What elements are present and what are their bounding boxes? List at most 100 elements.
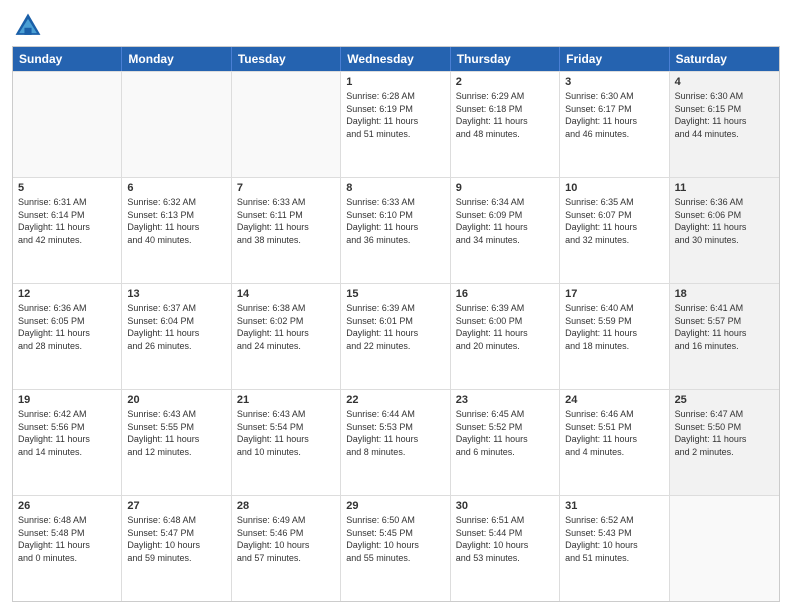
day-number: 22 [346,394,444,406]
calendar-header-row: SundayMondayTuesdayWednesdayThursdayFrid… [13,47,779,71]
cell-info: Sunrise: 6:41 AM Sunset: 5:57 PM Dayligh… [675,302,774,352]
cell-info: Sunrise: 6:30 AM Sunset: 6:15 PM Dayligh… [675,90,774,140]
calendar-cell: 29 Sunrise: 6:50 AM Sunset: 5:45 PM Dayli… [341,496,450,601]
cell-info: Sunrise: 6:43 AM Sunset: 5:55 PM Dayligh… [127,408,225,458]
calendar-cell: 13 Sunrise: 6:37 AM Sunset: 6:04 PM Dayli… [122,284,231,389]
calendar-cell: 26Sunrise: 6:48 AM Sunset: 5:48 PM Dayli… [13,496,122,601]
calendar-cell: 21 Sunrise: 6:43 AM Sunset: 5:54 PM Dayli… [232,390,341,495]
calendar-row: 19 Sunrise: 6:42 AM Sunset: 5:56 PM Dayli… [13,389,779,495]
cell-info: Sunrise: 6:36 AM Sunset: 6:05 PM Dayligh… [18,302,116,352]
calendar-header-cell: Friday [560,47,669,71]
calendar-header-cell: Thursday [451,47,560,71]
calendar-cell: 15 Sunrise: 6:39 AM Sunset: 6:01 PM Dayli… [341,284,450,389]
calendar-header-cell: Wednesday [341,47,450,71]
calendar-cell: 3 Sunrise: 6:30 AM Sunset: 6:17 PM Daylig… [560,72,669,177]
day-number: 14 [237,288,335,300]
calendar-cell: 10Sunrise: 6:35 AM Sunset: 6:07 PM Dayli… [560,178,669,283]
calendar-cell: 19 Sunrise: 6:42 AM Sunset: 5:56 PM Dayli… [13,390,122,495]
cell-info: Sunrise: 6:34 AM Sunset: 6:09 PM Dayligh… [456,196,554,246]
calendar-cell: 4 Sunrise: 6:30 AM Sunset: 6:15 PM Daylig… [670,72,779,177]
cell-info: Sunrise: 6:52 AM Sunset: 5:43 PM Dayligh… [565,514,663,564]
calendar-header-cell: Sunday [13,47,122,71]
day-number: 16 [456,288,554,300]
header [12,10,780,42]
logo [12,10,48,42]
cell-info: Sunrise: 6:28 AM Sunset: 6:19 PM Dayligh… [346,90,444,140]
cell-info: Sunrise: 6:44 AM Sunset: 5:53 PM Dayligh… [346,408,444,458]
cell-info: Sunrise: 6:51 AM Sunset: 5:44 PM Dayligh… [456,514,554,564]
day-number: 3 [565,76,663,88]
day-number: 13 [127,288,225,300]
day-number: 10 [565,182,663,194]
day-number: 19 [18,394,116,406]
day-number: 8 [346,182,444,194]
day-number: 30 [456,500,554,512]
day-number: 11 [675,182,774,194]
cell-info: Sunrise: 6:48 AM Sunset: 5:47 PM Dayligh… [127,514,225,564]
calendar-row: 1Sunrise: 6:28 AM Sunset: 6:19 PM Daylig… [13,71,779,177]
logo-icon [12,10,44,42]
cell-info: Sunrise: 6:29 AM Sunset: 6:18 PM Dayligh… [456,90,554,140]
cell-info: Sunrise: 6:40 AM Sunset: 5:59 PM Dayligh… [565,302,663,352]
cell-info: Sunrise: 6:45 AM Sunset: 5:52 PM Dayligh… [456,408,554,458]
calendar-cell [13,72,122,177]
page: SundayMondayTuesdayWednesdayThursdayFrid… [0,0,792,612]
calendar-row: 12 Sunrise: 6:36 AM Sunset: 6:05 PM Dayli… [13,283,779,389]
day-number: 27 [127,500,225,512]
cell-info: Sunrise: 6:31 AM Sunset: 6:14 PM Dayligh… [18,196,116,246]
day-number: 31 [565,500,663,512]
cell-info: Sunrise: 6:47 AM Sunset: 5:50 PM Dayligh… [675,408,774,458]
calendar-header-cell: Monday [122,47,231,71]
calendar-cell [670,496,779,601]
calendar-cell: 9 Sunrise: 6:34 AM Sunset: 6:09 PM Daylig… [451,178,560,283]
day-number: 17 [565,288,663,300]
day-number: 9 [456,182,554,194]
day-number: 5 [18,182,116,194]
cell-info: Sunrise: 6:39 AM Sunset: 6:00 PM Dayligh… [456,302,554,352]
calendar-cell: 27 Sunrise: 6:48 AM Sunset: 5:47 PM Dayli… [122,496,231,601]
cell-info: Sunrise: 6:37 AM Sunset: 6:04 PM Dayligh… [127,302,225,352]
calendar-cell: 5 Sunrise: 6:31 AM Sunset: 6:14 PM Daylig… [13,178,122,283]
calendar-cell: 31 Sunrise: 6:52 AM Sunset: 5:43 PM Dayli… [560,496,669,601]
calendar-cell: 11 Sunrise: 6:36 AM Sunset: 6:06 PM Dayli… [670,178,779,283]
calendar-cell: 14Sunrise: 6:38 AM Sunset: 6:02 PM Dayli… [232,284,341,389]
calendar-header-cell: Saturday [670,47,779,71]
cell-info: Sunrise: 6:42 AM Sunset: 5:56 PM Dayligh… [18,408,116,458]
cell-info: Sunrise: 6:39 AM Sunset: 6:01 PM Dayligh… [346,302,444,352]
cell-info: Sunrise: 6:33 AM Sunset: 6:10 PM Dayligh… [346,196,444,246]
calendar-cell: 25 Sunrise: 6:47 AM Sunset: 5:50 PM Dayli… [670,390,779,495]
calendar-body: 1Sunrise: 6:28 AM Sunset: 6:19 PM Daylig… [13,71,779,601]
day-number: 25 [675,394,774,406]
calendar-cell: 18Sunrise: 6:41 AM Sunset: 5:57 PM Dayli… [670,284,779,389]
cell-info: Sunrise: 6:48 AM Sunset: 5:48 PM Dayligh… [18,514,116,564]
calendar-cell: 12 Sunrise: 6:36 AM Sunset: 6:05 PM Dayli… [13,284,122,389]
day-number: 24 [565,394,663,406]
calendar-cell [232,72,341,177]
cell-info: Sunrise: 6:32 AM Sunset: 6:13 PM Dayligh… [127,196,225,246]
cell-info: Sunrise: 6:33 AM Sunset: 6:11 PM Dayligh… [237,196,335,246]
calendar-cell: 16 Sunrise: 6:39 AM Sunset: 6:00 PM Dayli… [451,284,560,389]
day-number: 4 [675,76,774,88]
calendar-cell: 22 Sunrise: 6:44 AM Sunset: 5:53 PM Dayli… [341,390,450,495]
day-number: 12 [18,288,116,300]
day-number: 28 [237,500,335,512]
day-number: 21 [237,394,335,406]
cell-info: Sunrise: 6:30 AM Sunset: 6:17 PM Dayligh… [565,90,663,140]
day-number: 20 [127,394,225,406]
calendar-header-cell: Tuesday [232,47,341,71]
day-number: 29 [346,500,444,512]
cell-info: Sunrise: 6:50 AM Sunset: 5:45 PM Dayligh… [346,514,444,564]
calendar-cell: 2Sunrise: 6:29 AM Sunset: 6:18 PM Daylig… [451,72,560,177]
cell-info: Sunrise: 6:49 AM Sunset: 5:46 PM Dayligh… [237,514,335,564]
day-number: 23 [456,394,554,406]
calendar: SundayMondayTuesdayWednesdayThursdayFrid… [12,46,780,602]
calendar-cell: 28 Sunrise: 6:49 AM Sunset: 5:46 PM Dayli… [232,496,341,601]
calendar-cell: 17 Sunrise: 6:40 AM Sunset: 5:59 PM Dayli… [560,284,669,389]
calendar-cell [122,72,231,177]
calendar-cell: 20 Sunrise: 6:43 AM Sunset: 5:55 PM Dayli… [122,390,231,495]
cell-info: Sunrise: 6:36 AM Sunset: 6:06 PM Dayligh… [675,196,774,246]
day-number: 15 [346,288,444,300]
cell-info: Sunrise: 6:46 AM Sunset: 5:51 PM Dayligh… [565,408,663,458]
cell-info: Sunrise: 6:43 AM Sunset: 5:54 PM Dayligh… [237,408,335,458]
calendar-cell: 30 Sunrise: 6:51 AM Sunset: 5:44 PM Dayli… [451,496,560,601]
